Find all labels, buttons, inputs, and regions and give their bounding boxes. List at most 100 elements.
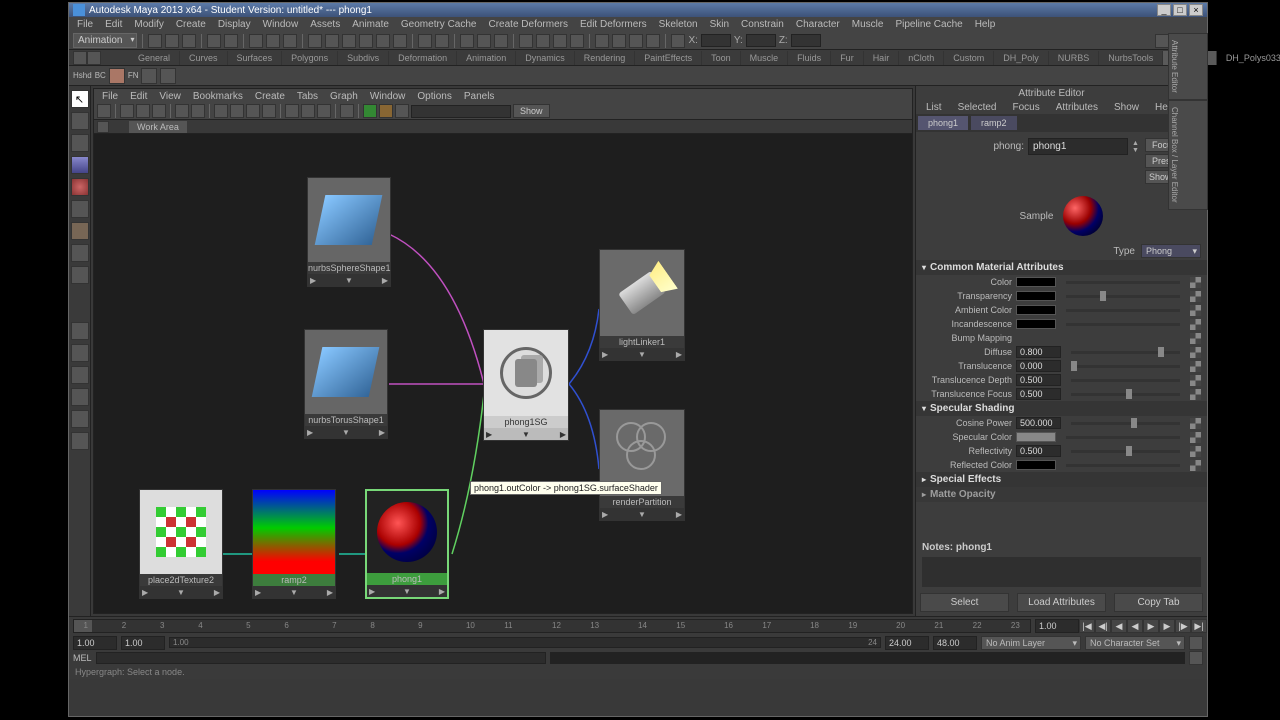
input-port-icon[interactable]: ▶ (142, 588, 148, 597)
hs-show-button[interactable]: Show (513, 104, 550, 118)
unlock-icon[interactable] (646, 34, 660, 48)
section-special-effects[interactable]: Special Effects (916, 472, 1207, 487)
history-on-icon[interactable] (418, 34, 432, 48)
menu-character[interactable]: Character (790, 18, 846, 31)
hs-remove-icon[interactable] (317, 104, 331, 118)
ae-menu-list[interactable]: List (920, 101, 948, 114)
section-common-material[interactable]: Common Material Attributes (916, 260, 1207, 275)
layout-front-icon[interactable] (71, 388, 89, 406)
hs-menu-window[interactable]: Window (364, 90, 412, 103)
layout4-icon[interactable] (570, 34, 584, 48)
shelf-tab-polygons[interactable]: Polygons (282, 51, 338, 65)
node-nurbs-sphere[interactable]: nurbsSphereShape1 ▶▼▶ (307, 177, 391, 287)
hs-add-icon[interactable] (301, 104, 315, 118)
shelf-layout-icon[interactable] (73, 51, 87, 65)
ambient-map-button[interactable] (1190, 305, 1201, 316)
move-tool-icon[interactable] (71, 156, 89, 174)
menu-modify[interactable]: Modify (128, 18, 169, 31)
ae-tab-phong1[interactable]: phong1 (918, 116, 968, 130)
load-attrs-button[interactable]: Load Attributes (1017, 593, 1106, 612)
prev-key-icon[interactable]: ◀| (1095, 619, 1111, 633)
side-tab-attr-editor[interactable]: Attribute Editor (1168, 33, 1208, 100)
menu-set-dropdown[interactable]: Animation (73, 33, 137, 48)
node-nurbs-torus[interactable]: nurbsTorusShape1 ▶▼▶ (304, 329, 388, 439)
hs-view3-icon[interactable] (152, 104, 166, 118)
script-editor-icon[interactable] (1189, 651, 1203, 665)
hs-menu-tabs[interactable]: Tabs (291, 90, 324, 103)
shelf-tab-dhpoly[interactable]: DH_Poly (994, 51, 1049, 65)
hs-menu-graph[interactable]: Graph (324, 90, 364, 103)
construction-icon[interactable] (671, 34, 685, 48)
hs-menu-options[interactable]: Options (411, 90, 457, 103)
command-input[interactable] (96, 652, 546, 664)
hs-tbB-icon[interactable] (363, 104, 377, 118)
show-manip-icon[interactable] (71, 266, 89, 284)
sidebar-toggle-1-icon[interactable] (1155, 34, 1169, 48)
hs-tabbar-icon[interactable] (97, 121, 109, 133)
output-port-icon[interactable]: ▶ (327, 588, 333, 597)
ae-menu-focus[interactable]: Focus (1006, 101, 1045, 114)
hs-view1-icon[interactable] (120, 104, 134, 118)
refl-color-slider[interactable] (1066, 464, 1180, 467)
section-specular[interactable]: Specular Shading (916, 401, 1207, 416)
ae-menu-show[interactable]: Show (1108, 101, 1145, 114)
shelf-menu-icon[interactable] (87, 51, 101, 65)
range-end-out[interactable] (933, 636, 977, 650)
ambient-slider[interactable] (1066, 309, 1180, 312)
menu-help[interactable]: Help (969, 18, 1002, 31)
lasso-tool-icon[interactable] (71, 112, 89, 130)
snap-plane-icon[interactable] (359, 34, 373, 48)
hs-menu-file[interactable]: File (96, 90, 124, 103)
hs-tab-workarea[interactable]: Work Area (129, 121, 187, 133)
spec-color-slider[interactable] (1066, 436, 1180, 439)
shelf-tab-dynamics[interactable]: Dynamics (516, 51, 575, 65)
refl-color-swatch[interactable] (1016, 460, 1056, 470)
hs-tbA-icon[interactable] (340, 104, 354, 118)
name-scroll-down-icon[interactable]: ▼ (1132, 147, 1139, 154)
node-lightlinker[interactable]: lightLinker1 ▶▼▶ (599, 249, 685, 361)
menu-assets[interactable]: Assets (304, 18, 346, 31)
char-set-dropdown[interactable]: No Character Set (1085, 636, 1185, 650)
play-forward-icon[interactable]: ▶ (1143, 619, 1159, 633)
menu-create[interactable]: Create (170, 18, 212, 31)
coord-y-input[interactable] (746, 34, 776, 47)
shelf-btn-brush-icon[interactable] (109, 68, 125, 84)
shelf-btn-hshd[interactable]: Hshd (73, 71, 92, 80)
shelf-tab-hair[interactable]: Hair (864, 51, 900, 65)
input-port-icon[interactable]: ▶ (369, 587, 375, 596)
input-port-icon[interactable]: ▶ (486, 430, 492, 439)
incand-map-button[interactable] (1190, 319, 1201, 330)
cosine-input[interactable] (1016, 417, 1061, 429)
anim-layer-dropdown[interactable]: No Anim Layer (981, 636, 1081, 650)
shelf-tab-fluids[interactable]: Fluids (788, 51, 831, 65)
snap-curve-icon[interactable] (325, 34, 339, 48)
time-slider[interactable]: 1 2 3 4 5 6 7 8 9 10 11 12 13 14 15 16 1… (69, 617, 1207, 635)
hs-rearrange-icon[interactable] (285, 104, 299, 118)
undo-icon[interactable] (207, 34, 221, 48)
type-dropdown[interactable]: Phong (1141, 244, 1201, 258)
transparency-slider[interactable] (1066, 295, 1180, 298)
ae-menu-selected[interactable]: Selected (952, 101, 1003, 114)
graph-canvas[interactable]: nurbsSphereShape1 ▶▼▶ nurbsTorusShape1 ▶… (94, 134, 912, 613)
input-port-icon[interactable]: ▶ (255, 588, 261, 597)
output-port-icon[interactable]: ▶ (560, 430, 566, 439)
mid-port-icon[interactable]: ▼ (638, 350, 646, 359)
node-phong1[interactable]: phong1 ▶▼▶ (365, 489, 449, 599)
menu-pipelinecache[interactable]: Pipeline Cache (889, 18, 968, 31)
current-frame-input[interactable] (1035, 619, 1079, 633)
shelf-btn-fn[interactable]: FN (128, 71, 139, 80)
input-port-icon[interactable]: ▶ (602, 350, 608, 359)
shelf-tab-dhpolys[interactable]: DH_Polys03356 (1217, 51, 1280, 65)
make-live-icon[interactable] (393, 34, 407, 48)
range-slider[interactable]: 1.00 24 (169, 637, 881, 648)
menu-window[interactable]: Window (257, 18, 305, 31)
reflectivity-map-button[interactable] (1190, 446, 1201, 457)
hs-menu-bookmarks[interactable]: Bookmarks (187, 90, 249, 103)
hs-menu-view[interactable]: View (153, 90, 187, 103)
menu-file[interactable]: File (71, 18, 99, 31)
translucence-map-button[interactable] (1190, 361, 1201, 372)
go-end-icon[interactable]: ▶| (1191, 619, 1207, 633)
menu-constrain[interactable]: Constrain (735, 18, 790, 31)
name-scroll-up-icon[interactable]: ▲ (1132, 140, 1139, 147)
mid-port-icon[interactable]: ▼ (403, 587, 411, 596)
